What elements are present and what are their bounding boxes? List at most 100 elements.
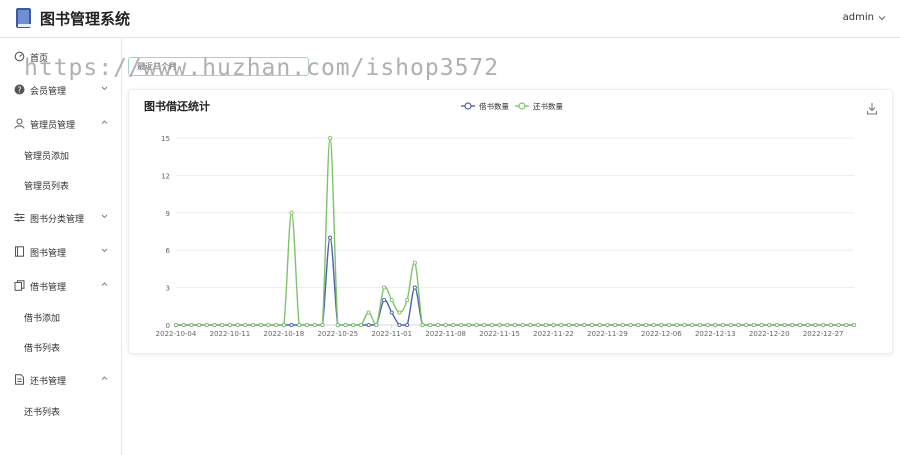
- data-point[interactable]: [374, 322, 379, 328]
- data-point[interactable]: [204, 322, 209, 328]
- data-point[interactable]: [443, 322, 448, 328]
- data-point[interactable]: [690, 322, 695, 328]
- data-point[interactable]: [451, 322, 456, 328]
- data-point[interactable]: [274, 322, 279, 328]
- data-point[interactable]: [328, 235, 333, 240]
- sidebar-item-category[interactable]: 图书分类管理: [0, 207, 121, 229]
- data-point[interactable]: [358, 322, 363, 328]
- data-point[interactable]: [674, 322, 679, 328]
- data-point[interactable]: [628, 322, 633, 328]
- data-point[interactable]: [343, 322, 348, 328]
- data-point[interactable]: [620, 322, 625, 328]
- sidebar-subitem-return-list[interactable]: 还书列表: [0, 400, 121, 422]
- data-point[interactable]: [536, 322, 541, 328]
- user-menu[interactable]: admin: [843, 12, 886, 23]
- data-point[interactable]: [328, 135, 333, 141]
- data-point[interactable]: [497, 322, 502, 328]
- data-point[interactable]: [389, 298, 394, 303]
- data-point[interactable]: [312, 322, 317, 328]
- data-point[interactable]: [351, 322, 356, 328]
- sidebar-item-return[interactable]: 还书管理: [0, 369, 121, 391]
- sidebar-item-member[interactable]: ? 会员管理: [0, 79, 121, 101]
- download-icon[interactable]: [867, 103, 877, 115]
- data-point[interactable]: [397, 322, 402, 328]
- data-point[interactable]: [281, 322, 286, 328]
- sidebar-subitem-admin-list[interactable]: 管理员列表: [0, 174, 121, 196]
- sidebar-subitem-admin-add[interactable]: 管理员添加: [0, 144, 121, 166]
- data-point[interactable]: [181, 322, 186, 328]
- data-point[interactable]: [667, 322, 672, 328]
- data-point[interactable]: [397, 310, 402, 315]
- sidebar-item-book[interactable]: 图书管理: [0, 241, 121, 263]
- data-point[interactable]: [482, 322, 487, 328]
- data-point[interactable]: [412, 260, 417, 265]
- data-point[interactable]: [728, 322, 733, 328]
- data-point[interactable]: [366, 322, 371, 328]
- data-point[interactable]: [659, 322, 664, 328]
- data-point[interactable]: [844, 322, 849, 328]
- data-point[interactable]: [335, 322, 340, 328]
- data-point[interactable]: [720, 322, 726, 328]
- data-point[interactable]: [243, 322, 248, 328]
- data-point[interactable]: [790, 322, 795, 328]
- data-point[interactable]: [512, 322, 518, 328]
- date-range-select[interactable]: 最近三个月: [128, 57, 309, 76]
- data-point[interactable]: [266, 322, 271, 328]
- sidebar-item-borrow[interactable]: 借书管理: [0, 275, 121, 297]
- data-point[interactable]: [381, 298, 387, 303]
- data-point[interactable]: [767, 322, 772, 328]
- data-point[interactable]: [813, 322, 818, 328]
- data-point[interactable]: [435, 322, 441, 328]
- data-point[interactable]: [798, 322, 803, 328]
- data-point[interactable]: [528, 322, 533, 328]
- data-point[interactable]: [250, 322, 256, 328]
- data-point[interactable]: [543, 322, 548, 328]
- data-point[interactable]: [828, 322, 833, 328]
- data-point[interactable]: [605, 322, 610, 328]
- sidebar-subitem-borrow-add[interactable]: 借书添加: [0, 306, 121, 328]
- sidebar-item-admin[interactable]: 管理员管理: [0, 113, 121, 135]
- data-point[interactable]: [751, 322, 756, 328]
- data-point[interactable]: [220, 322, 225, 328]
- data-point[interactable]: [405, 322, 410, 328]
- data-point[interactable]: [420, 322, 425, 328]
- sidebar-subitem-borrow-list[interactable]: 借书列表: [0, 336, 121, 358]
- data-point[interactable]: [566, 322, 571, 328]
- data-point[interactable]: [805, 322, 810, 328]
- data-point[interactable]: [235, 322, 240, 328]
- data-point[interactable]: [774, 322, 780, 328]
- data-point[interactable]: [713, 322, 718, 328]
- data-point[interactable]: [366, 310, 371, 315]
- data-point[interactable]: [782, 322, 787, 328]
- data-point[interactable]: [412, 285, 417, 290]
- data-point[interactable]: [643, 322, 649, 328]
- data-point[interactable]: [697, 322, 702, 328]
- data-point[interactable]: [197, 322, 202, 328]
- data-point[interactable]: [173, 322, 179, 328]
- data-point[interactable]: [320, 322, 325, 328]
- data-point[interactable]: [381, 285, 387, 290]
- data-point[interactable]: [405, 298, 410, 303]
- data-point[interactable]: [304, 322, 310, 328]
- data-point[interactable]: [297, 322, 302, 328]
- data-point[interactable]: [459, 322, 464, 328]
- data-point[interactable]: [682, 322, 687, 328]
- data-point[interactable]: [759, 322, 764, 328]
- data-point[interactable]: [559, 322, 564, 328]
- data-point[interactable]: [582, 322, 587, 328]
- data-point[interactable]: [821, 322, 826, 328]
- data-point[interactable]: [597, 322, 602, 328]
- data-point[interactable]: [651, 322, 656, 328]
- data-point[interactable]: [466, 322, 471, 328]
- data-point[interactable]: [505, 322, 510, 328]
- data-point[interactable]: [744, 322, 749, 328]
- data-point[interactable]: [189, 322, 194, 328]
- data-point[interactable]: [705, 322, 710, 328]
- data-point[interactable]: [636, 322, 641, 328]
- data-point[interactable]: [551, 322, 556, 328]
- data-point[interactable]: [613, 322, 618, 328]
- sidebar-item-home[interactable]: 首页: [0, 46, 121, 68]
- data-point[interactable]: [474, 322, 479, 328]
- data-point[interactable]: [489, 322, 494, 328]
- data-point[interactable]: [851, 322, 857, 328]
